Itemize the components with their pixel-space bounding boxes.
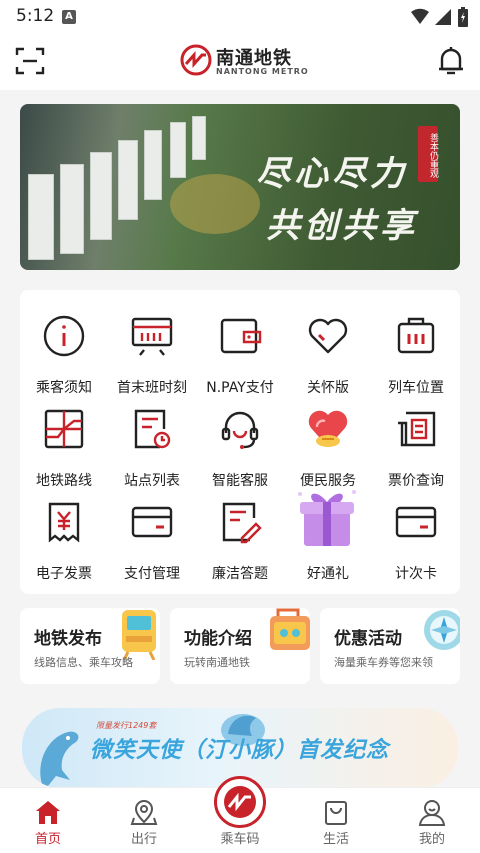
quiz-icon: [222, 502, 262, 544]
service-train-position[interactable]: 列车位置: [372, 290, 460, 396]
banner-headline-2: 共创共享: [266, 206, 418, 246]
service-passenger-notice[interactable]: 乘客须知: [20, 290, 108, 396]
feature-subtitle: 海量乘车券等您来领: [334, 656, 433, 669]
train-illustration-icon: [122, 610, 156, 660]
battery-icon: [458, 7, 468, 27]
service-label: 支付管理: [124, 566, 180, 582]
service-payment-management[interactable]: 支付管理: [108, 476, 196, 582]
logo-english-text: NANTONG METRO: [216, 67, 309, 76]
shopping-bag-icon: [325, 801, 347, 825]
feature-card-introduction[interactable]: 功能介绍 玩转南通地铁: [170, 608, 310, 684]
feature-title: 功能介绍: [184, 629, 252, 649]
tab-life[interactable]: 生活: [288, 788, 384, 853]
bell-icon[interactable]: [434, 44, 468, 78]
heart-icon: [308, 318, 348, 354]
status-bar: 5:12 A: [0, 0, 480, 34]
service-e-invoice[interactable]: 电子发票: [20, 476, 108, 582]
compass-illustration-icon: [424, 610, 460, 650]
promo-title: 微笑天使（汀小豚）首发纪念: [90, 738, 390, 763]
fare-query-icon: [398, 411, 436, 447]
feature-card-promotions[interactable]: 优惠活动 海量乘车券等您来领: [320, 608, 460, 684]
feature-title: 优惠活动: [334, 629, 402, 649]
tab-label: 首页: [34, 832, 61, 847]
service-convenience[interactable]: 便民服务: [284, 383, 372, 489]
service-integrity-quiz[interactable]: 廉洁答题: [196, 476, 284, 582]
service-label: 廉洁答题: [212, 566, 268, 582]
location-icon: [130, 800, 158, 825]
route-map-icon: [44, 409, 84, 449]
home-icon: [36, 801, 60, 824]
service-label: 电子发票: [36, 566, 92, 582]
metro-logo-icon: [180, 44, 212, 76]
profile-icon: [418, 800, 446, 826]
banner-building: [144, 130, 162, 200]
banner-headline-1: 尽心尽力: [256, 154, 408, 194]
app-header: 南通地铁 NANTONG METRO: [0, 34, 480, 90]
service-metro-routes[interactable]: 地铁路线: [20, 383, 108, 489]
timetable-icon: [131, 317, 173, 356]
banner-building: [90, 152, 112, 240]
banner-building: [192, 116, 206, 160]
service-station-list[interactable]: 站点列表: [108, 383, 196, 489]
services-grid: 乘客须知 首末班时刻 N.PAY支付 关怀版 列车位置 地铁路线 站点列表 智能…: [20, 290, 460, 594]
info-icon: [43, 315, 85, 357]
tab-travel[interactable]: 出行: [96, 788, 192, 853]
banner-building: [118, 140, 138, 220]
ride-code-icon: [224, 786, 256, 818]
tab-label: 出行: [130, 832, 157, 847]
dolphin-mascot-icon: [40, 731, 79, 786]
hero-banner[interactable]: 尽心尽力 共创共享 善本仍重观: [20, 104, 460, 270]
gift-icon: [298, 490, 356, 546]
service-heart-icon: [308, 410, 348, 447]
banner-building: [170, 122, 186, 178]
tab-home[interactable]: 首页: [0, 788, 96, 853]
banner-building: [28, 174, 54, 260]
tab-profile[interactable]: 我的: [384, 788, 480, 853]
promo-limited-text: 限量发行1249套: [96, 721, 157, 730]
wifi-icon: [411, 8, 429, 24]
service-care-version[interactable]: 关怀版: [284, 290, 372, 396]
ride-code-button[interactable]: [214, 776, 266, 828]
service-label: 好通礼: [307, 566, 349, 582]
service-gift[interactable]: 好通礼: [284, 476, 372, 582]
train-position-icon: [397, 317, 435, 354]
status-a-icon: A: [62, 10, 76, 24]
service-label: 计次卡: [395, 566, 437, 582]
tab-label: 生活: [322, 832, 349, 847]
scan-icon[interactable]: [14, 45, 46, 77]
feature-card-metro-news[interactable]: 地铁发布 线路信息、乘车攻略: [20, 608, 160, 684]
service-fare-query[interactable]: 票价查询: [372, 383, 460, 489]
service-npay[interactable]: N.PAY支付: [196, 290, 284, 396]
banner-park: [170, 174, 260, 234]
feature-title: 地铁发布: [34, 629, 102, 649]
banner-building: [60, 164, 84, 254]
wallet-icon: [220, 318, 262, 354]
toolbox-illustration-icon: [270, 608, 310, 650]
service-smart-support[interactable]: 智能客服: [196, 383, 284, 489]
tab-label: 我的: [418, 832, 445, 847]
signal-icon: [435, 9, 451, 25]
metro-logo: 南通地铁 NANTONG METRO: [180, 42, 310, 82]
feature-subtitle: 线路信息、乘车攻略: [34, 656, 133, 669]
count-card-icon: [395, 506, 437, 538]
feature-subtitle: 玩转南通地铁: [184, 656, 250, 669]
headset-icon: [221, 411, 259, 449]
banner-seal: 善本仍重观: [418, 126, 438, 182]
service-count-card[interactable]: 计次卡: [372, 476, 460, 582]
invoice-icon: [48, 502, 80, 543]
status-time: 5:12: [16, 6, 55, 26]
service-timetable[interactable]: 首末班时刻: [108, 290, 196, 396]
station-list-icon: [134, 409, 171, 449]
card-icon: [131, 506, 173, 538]
tab-label: 乘车码: [220, 832, 260, 847]
